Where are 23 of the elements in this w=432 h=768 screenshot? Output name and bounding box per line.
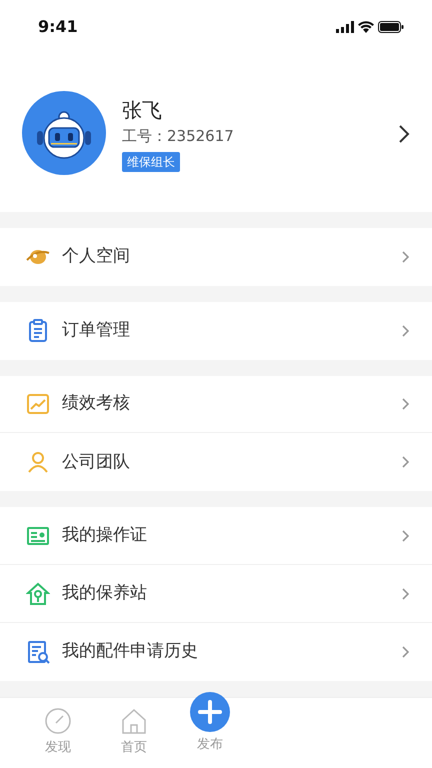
chart-icon	[26, 392, 50, 416]
chevron-right-icon	[400, 250, 410, 264]
chevron-right-icon	[400, 396, 410, 411]
clipboard-icon	[26, 318, 50, 343]
robot-avatar-icon	[22, 91, 106, 176]
signal-icon	[336, 21, 354, 34]
role-tag: 维保组长	[122, 152, 180, 172]
user-name: 张飞	[122, 97, 162, 124]
chevron-right-icon	[400, 586, 410, 601]
chevron-right-icon	[400, 645, 410, 660]
house-key-icon	[26, 582, 50, 606]
person-icon	[26, 450, 50, 474]
wifi-icon	[358, 21, 374, 34]
chevron-right-icon	[400, 324, 410, 338]
add-icon	[190, 692, 230, 732]
compass-icon	[43, 706, 73, 736]
chevron-right-icon	[400, 528, 410, 543]
chevron-right-icon	[398, 124, 410, 144]
status-time: 9:41	[38, 16, 78, 38]
chevron-right-icon	[400, 455, 410, 470]
profile-header[interactable]: 张飞 工号：2352617 维保组长	[0, 54, 432, 212]
battery-icon	[378, 21, 404, 34]
employee-id: 工号：2352617	[122, 126, 234, 148]
